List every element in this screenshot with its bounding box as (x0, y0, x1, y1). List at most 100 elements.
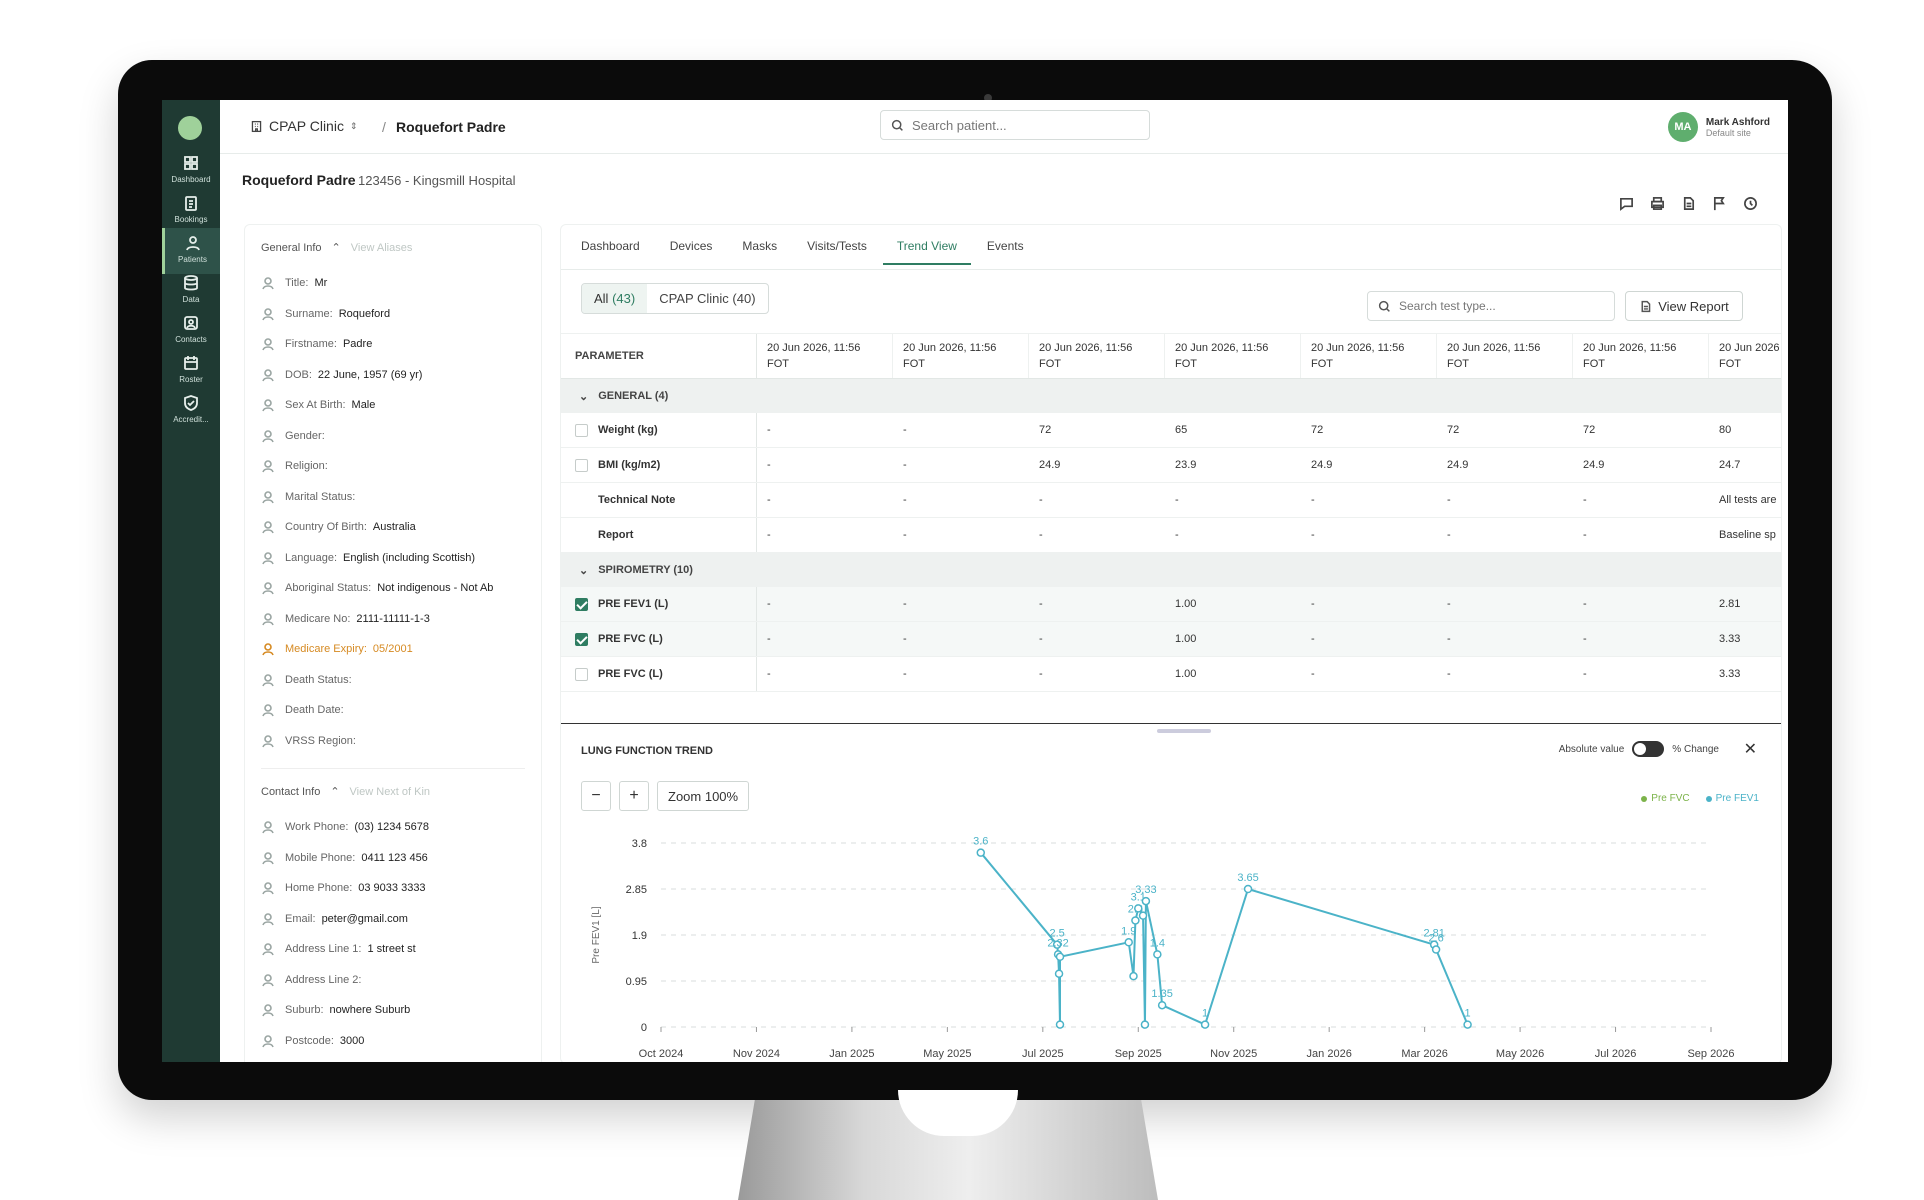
x-tick-label: May 2026 (1496, 1048, 1544, 1060)
group-header[interactable]: ⌄ GENERAL (4) (561, 379, 1781, 413)
sidebar: Dashboard Bookings Patients Data Contacts Ros… (162, 100, 220, 1062)
tab-visitstests[interactable]: Visits/Tests (807, 239, 867, 265)
data-point[interactable] (1131, 916, 1140, 925)
x-tick-label: May 2025 (923, 1048, 971, 1060)
parameter-cell: Report (561, 518, 757, 552)
zoom-level-button[interactable]: Zoom 100% (657, 781, 750, 811)
value-cell: - (903, 668, 907, 680)
breadcrumb-patient[interactable]: Roquefort Padre (396, 119, 506, 135)
x-tick-label: Jul 2025 (1022, 1048, 1064, 1060)
column-header[interactable]: 20 Jun 2026, 11:56 FOT (757, 334, 893, 378)
history-icon[interactable] (1743, 196, 1758, 211)
parameter-name: PRE FVC (L) (598, 633, 663, 645)
zoom-in-button[interactable]: + (619, 781, 649, 811)
legend-item[interactable]: Pre FVC (1641, 793, 1690, 804)
column-header[interactable]: 20 Jun 2026 FOT (1709, 334, 1781, 378)
database-icon (184, 275, 198, 291)
user-menu[interactable]: MA Mark Ashford Default site (1667, 112, 1770, 142)
tab-trendview[interactable]: Trend View (882, 239, 971, 265)
view-next-of-kin-link[interactable]: View Next of Kin (350, 786, 431, 798)
column-header[interactable]: 20 Jun 2026, 11:56 FOT (1301, 334, 1437, 378)
data-point[interactable] (1141, 896, 1151, 906)
search-test-input[interactable]: Search test type... (1367, 291, 1615, 321)
column-header[interactable]: 20 Jun 2026, 11:56 FOT (1029, 334, 1165, 378)
data-point[interactable] (976, 848, 986, 857)
row-checkbox[interactable] (575, 632, 588, 646)
filter-all[interactable]: All (43) (582, 284, 648, 313)
data-point[interactable] (1431, 945, 1441, 954)
tab-devices[interactable]: Devices (670, 239, 713, 265)
search-patient-input[interactable]: Search patient... (880, 110, 1150, 140)
data-point[interactable] (1200, 1020, 1210, 1029)
chevron-down-icon: ⌄ (579, 564, 589, 577)
value-cell: - (1583, 529, 1587, 541)
contact-info-header[interactable]: Contact Info ⌃ View Next of Kin (261, 785, 525, 799)
tab-dashboard[interactable]: Dashboard (581, 239, 640, 265)
field-value: Roqueford (338, 307, 391, 320)
clipboard-icon (185, 196, 197, 211)
close-icon[interactable]: ✕ (1744, 739, 1757, 759)
data-point[interactable] (1463, 1020, 1472, 1029)
legend-item[interactable]: Pre FEV1 (1705, 793, 1759, 804)
row-checkbox[interactable] (575, 597, 588, 611)
info-row: Address Line 1: 1 street st (261, 934, 525, 965)
sidebar-item-accredit[interactable]: Accredit... (162, 388, 220, 434)
resize-handle[interactable] (1157, 729, 1211, 733)
group-header[interactable]: ⌄ SPIROMETRY (10) (561, 553, 1781, 587)
info-row: Work Phone: (03) 1234 5678 (261, 812, 525, 843)
data-point[interactable] (1140, 1020, 1150, 1029)
data-point[interactable] (1055, 1020, 1065, 1029)
data-point[interactable] (1124, 938, 1133, 947)
info-row: Suburb: nowhere Suburb (261, 995, 525, 1026)
parameter-cell: PRE FEV1 (L) (561, 587, 757, 621)
parameter-header: PARAMETER (561, 334, 757, 378)
flag-icon[interactable] (1712, 196, 1727, 211)
parameter-name: PRE FVC (L) (598, 668, 663, 680)
data-point[interactable] (1134, 904, 1143, 913)
clinic-selector[interactable]: CPAP Clinic ⇕ (250, 118, 358, 134)
document-icon[interactable] (1681, 196, 1696, 211)
info-row: Surname: Roqueford (261, 299, 525, 330)
data-point[interactable] (1157, 1000, 1167, 1010)
info-row: Title: Mr (261, 268, 525, 299)
y-tick-label: 0 (641, 1022, 647, 1034)
value-cell: - (1311, 668, 1315, 680)
info-row: Sex At Birth: Male (261, 390, 525, 421)
view-aliases-link[interactable]: View Aliases (351, 242, 413, 254)
data-point[interactable] (1153, 950, 1162, 959)
panel-splitter[interactable] (561, 723, 1781, 724)
value-cell: 24.9 (1039, 459, 1061, 471)
data-label: 1.35 (1151, 988, 1172, 1000)
row-checkbox[interactable] (575, 423, 588, 437)
row-checkbox[interactable] (575, 667, 588, 681)
data-point[interactable] (1129, 971, 1138, 981)
data-point[interactable] (1243, 884, 1253, 894)
filter-clinic[interactable]: CPAP Clinic (40) (647, 284, 767, 313)
tab-events[interactable]: Events (987, 239, 1024, 265)
top-bar: CPAP Clinic ⇕ / Roquefort Padre Search p… (220, 100, 1788, 154)
tab-masks[interactable]: Masks (742, 239, 777, 265)
trend-table: PARAMETER 20 Jun 2026, 11:56 FOT 20 Jun 202… (561, 333, 1781, 692)
column-date: 20 Jun 2026 (1719, 342, 1780, 354)
print-icon[interactable] (1650, 196, 1665, 211)
column-header[interactable]: 20 Jun 2026, 11:56 FOT (1437, 334, 1573, 378)
data-point[interactable] (1138, 911, 1148, 920)
column-header[interactable]: 20 Jun 2026, 11:56 FOT (893, 334, 1029, 378)
info-row: DOB: 22 June, 1957 (69 yr) (261, 360, 525, 391)
field-icon (262, 1004, 274, 1017)
column-header[interactable]: 20 Jun 2026, 11:56 FOT (1573, 334, 1709, 378)
info-row: VRSS Region: (261, 726, 525, 757)
row-checkbox[interactable] (575, 458, 588, 472)
message-icon[interactable] (1619, 196, 1634, 211)
toggle-switch[interactable] (1632, 741, 1665, 757)
field-label: Marital Status: (285, 490, 356, 503)
data-point[interactable] (1054, 969, 1064, 978)
value-cell: 3.33 (1719, 633, 1741, 645)
value-cell: - (903, 494, 907, 506)
divider (261, 768, 525, 769)
zoom-out-button[interactable]: − (581, 781, 611, 811)
view-report-button[interactable]: View Report (1625, 291, 1743, 321)
general-info-header[interactable]: General Info ⌃ View Aliases (261, 241, 525, 255)
column-header[interactable]: 20 Jun 2026, 11:56 FOT (1165, 334, 1301, 378)
data-point[interactable] (1055, 952, 1065, 962)
